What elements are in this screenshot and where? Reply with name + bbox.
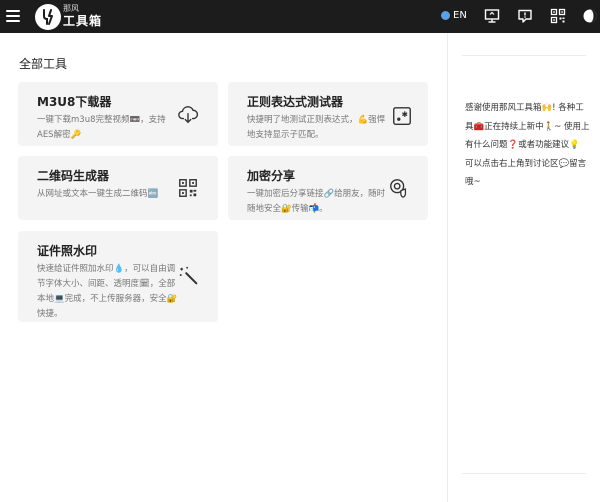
cloud-download-icon: [178, 106, 199, 124]
brand-title: 工具箱: [63, 14, 103, 28]
tool-title: 正则表达式测试器: [247, 95, 344, 109]
tool-card-regex[interactable]: 正则表达式测试器 快捷明了地测试正则表达式，💪强悍地支持显示子匹配。: [228, 82, 428, 146]
regex-icon: [393, 107, 411, 125]
tool-description: 快速给证件照加水印💧，可以自由调节字体大小、间距、透明度🗓，全部本地💻完成，不上…: [37, 264, 178, 319]
encrypt-icon: [390, 179, 407, 198]
brand-subtitle: 那风: [63, 4, 79, 13]
language-switch[interactable]: EN: [441, 10, 467, 21]
tool-description: 一键下载m3u8完整视频📼，支持AES解密🔑: [37, 115, 166, 140]
tool-card-qrcode[interactable]: 二维码生成器 从网址或文本一键生成二维码🔤: [18, 156, 218, 220]
tool-title: 加密分享: [247, 169, 296, 183]
tool-card-encrypt-share[interactable]: 加密分享 一键加密后分享链接🔗给朋友，随时随地安全🔐传输📬。: [228, 156, 428, 220]
qrcode-icon[interactable]: [550, 8, 566, 24]
monitor-icon[interactable]: [484, 8, 500, 24]
top-bar: 那风 工具箱 EN: [0, 0, 600, 33]
sidebar: 感谢使用那风工具箱🙌! 各种工具🧰正在持续上新中🚶~ 使用上有什么问题❓或者功能…: [447, 33, 600, 502]
brand[interactable]: 那风 工具箱: [63, 4, 103, 28]
divider: [462, 55, 586, 56]
tool-card-id-photo-watermark[interactable]: 证件照水印 快速给证件照加水印💧，可以自由调节字体大小、间距、透明度🗓，全部本地…: [18, 231, 218, 322]
qrcode-icon: [179, 179, 197, 197]
globe-icon: [441, 11, 450, 20]
tool-description: 从网址或文本一键生成二维码🔤: [37, 189, 159, 199]
tool-title: 证件照水印: [37, 244, 98, 258]
divider: [462, 473, 586, 474]
page-title: 全部工具: [19, 57, 68, 71]
theme-toggle-icon[interactable]: [582, 8, 598, 24]
tool-title: M3U8下载器: [37, 95, 112, 109]
feedback-icon[interactable]: [517, 8, 533, 24]
tool-description: 快捷明了地测试正则表达式，💪强悍地支持显示子匹配。: [247, 115, 386, 140]
tool-description: 一键加密后分享链接🔗给朋友，随时随地安全🔐传输📬。: [247, 189, 386, 214]
menu-icon[interactable]: [6, 9, 20, 23]
language-label: EN: [453, 10, 467, 21]
tool-card-m3u8[interactable]: M3U8下载器 一键下载m3u8完整视频📼，支持AES解密🔑: [18, 82, 218, 146]
tool-title: 二维码生成器: [37, 169, 110, 183]
welcome-message: 感谢使用那风工具箱🙌! 各种工具🧰正在持续上新中🚶~ 使用上有什么问题❓或者功能…: [465, 103, 590, 187]
magic-wand-icon: [179, 266, 198, 285]
logo-icon[interactable]: [35, 4, 61, 30]
